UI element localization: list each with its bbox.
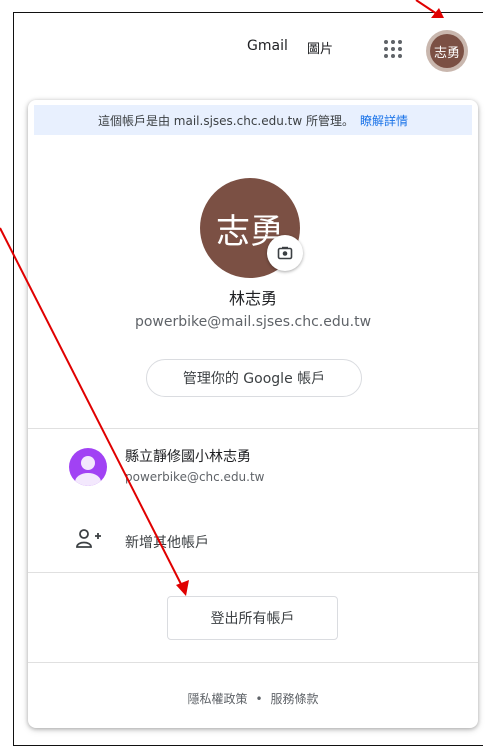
add-account-label: 新增其他帳戶 — [125, 535, 209, 551]
top-bar: Gmail 圖片 志勇 — [0, 0, 486, 95]
divider — [28, 428, 478, 429]
images-link[interactable]: 圖片 — [307, 38, 333, 57]
privacy-link[interactable]: 隱私權政策 — [187, 692, 247, 706]
person-icon — [75, 456, 101, 486]
managed-banner: 這個帳戶是由 mail.sjses.chc.edu.tw 所管理。 瞭解詳情 — [34, 105, 472, 135]
account-popup: 這個帳戶是由 mail.sjses.chc.edu.tw 所管理。 瞭解詳情 志… — [28, 100, 478, 728]
terms-link[interactable]: 服務條款 — [271, 692, 319, 706]
account-email: powerbike@chc.edu.tw — [125, 470, 265, 484]
profile-email: powerbike@mail.sjses.chc.edu.tw — [134, 314, 372, 330]
camera-icon — [277, 246, 293, 260]
change-photo-button[interactable] — [267, 235, 303, 271]
account-avatar-button[interactable]: 志勇 — [426, 30, 468, 72]
manage-account-button[interactable]: 管理你的 Google 帳戶 — [146, 359, 362, 397]
gmail-link[interactable]: Gmail — [247, 38, 288, 54]
footer: 隱私權政策 • 服務條款 — [28, 690, 478, 707]
account-name: 縣立靜修國小林志勇 — [125, 449, 251, 465]
account-avatar — [69, 448, 107, 486]
learn-more-link[interactable]: 瞭解詳情 — [360, 112, 408, 129]
divider — [28, 662, 478, 663]
footer-separator: • — [255, 692, 263, 706]
divider — [28, 572, 478, 573]
sign-out-all-button[interactable]: 登出所有帳戶 — [167, 596, 338, 640]
profile-name: 林志勇 — [228, 289, 277, 308]
add-person-icon — [76, 529, 101, 548]
apps-grid-icon[interactable] — [384, 40, 402, 58]
account-avatar-text: 志勇 — [430, 34, 464, 68]
managed-text: 這個帳戶是由 mail.sjses.chc.edu.tw 所管理。 — [97, 113, 354, 128]
